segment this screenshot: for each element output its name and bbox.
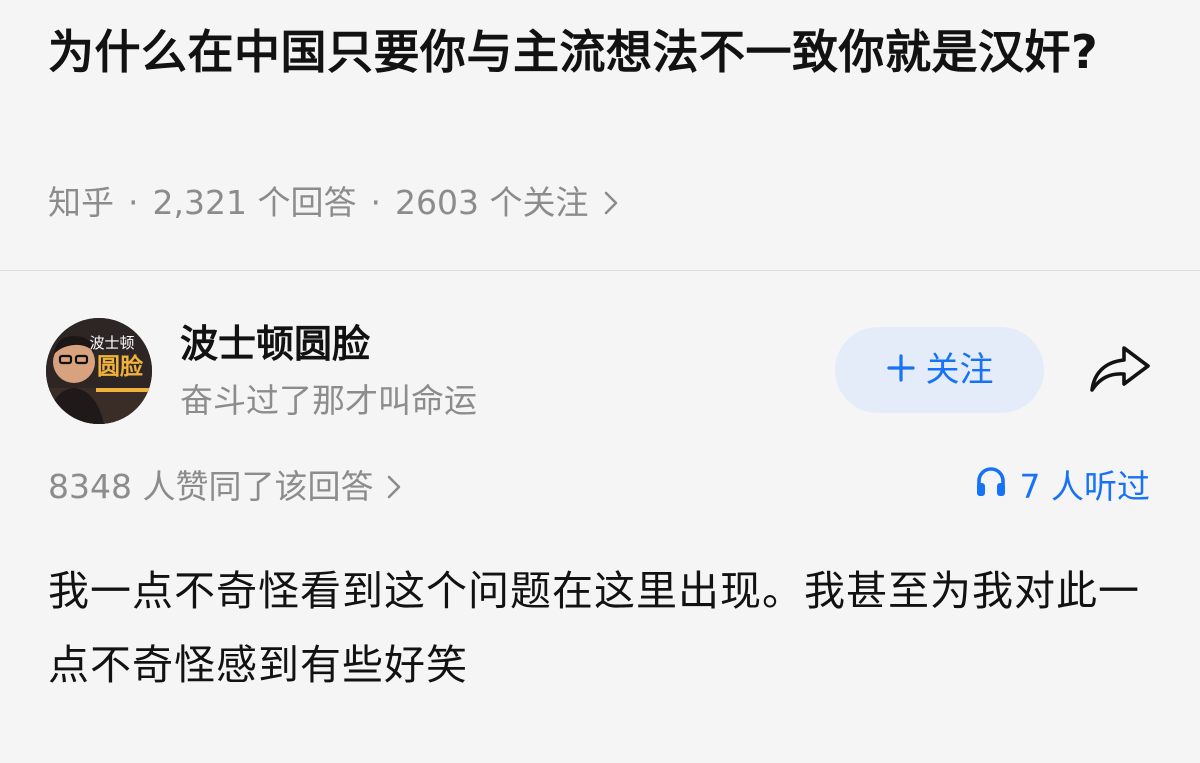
listen-button[interactable]: 7 人听过 bbox=[974, 462, 1151, 512]
answer-count: 2,321 个回答 bbox=[152, 183, 357, 222]
avatar[interactable]: 波士顿 圆脸 bbox=[46, 318, 152, 424]
avatar-caption: 波士顿 bbox=[89, 334, 134, 352]
share-arrow-icon bbox=[1088, 342, 1154, 400]
question-meta[interactable]: 知乎 · 2,321 个回答 · 2603 个关注 bbox=[48, 178, 618, 228]
follower-count: 2603 个关注 bbox=[394, 183, 589, 222]
author-name[interactable]: 波士顿圆脸 bbox=[180, 316, 370, 372]
follow-button-label: 关注 bbox=[925, 350, 994, 390]
source-label: 知乎 bbox=[48, 183, 114, 222]
listen-count: 7 人听过 bbox=[1019, 467, 1151, 506]
question-title[interactable]: 为什么在中国只要你与主流想法不一致你就是汉奸? bbox=[48, 18, 1158, 86]
author-signature: 奋斗过了那才叫命运 bbox=[180, 381, 477, 420]
upvote-count: 8348 人赞同了该回答 bbox=[48, 467, 374, 506]
meta-separator: · bbox=[128, 183, 139, 222]
meta-separator: · bbox=[370, 183, 381, 222]
share-button[interactable] bbox=[1084, 340, 1158, 402]
answer-page: 为什么在中国只要你与主流想法不一致你就是汉奸? 知乎 · 2,321 个回答 ·… bbox=[0, 0, 1200, 763]
avatar-logo-text: 圆脸 bbox=[97, 353, 144, 380]
divider bbox=[0, 270, 1200, 271]
follow-button[interactable]: 关注 bbox=[835, 327, 1044, 413]
plus-icon bbox=[886, 353, 916, 387]
upvote-summary[interactable]: 8348 人赞同了该回答 bbox=[48, 462, 401, 512]
answer-text[interactable]: 我一点不奇怪看到这个问题在这里出现。我甚至为我对此一点不奇怪感到有些好笑 bbox=[48, 554, 1158, 702]
chevron-right-icon bbox=[387, 475, 401, 499]
chevron-right-icon[interactable] bbox=[604, 191, 618, 215]
headphones-icon bbox=[974, 462, 1008, 512]
